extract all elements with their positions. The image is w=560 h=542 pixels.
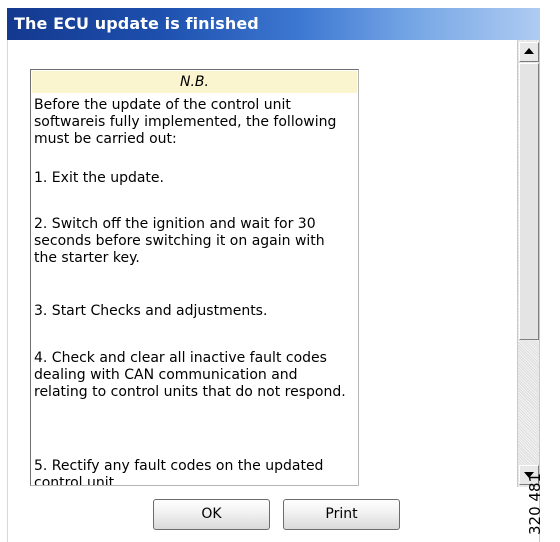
intro-text: Before the update of the control unit so… [34, 97, 337, 147]
nb-header: N.B. [32, 71, 357, 93]
dialog-title: The ECU update is finished [14, 14, 259, 33]
scroll-up-button[interactable] [519, 42, 539, 62]
arrow-up-icon [524, 48, 534, 54]
step-item-2: 2. Switch off the ignition and wait for … [34, 216, 325, 266]
step-item-5: 5. Rectify any fault codes on the update… [34, 458, 324, 486]
figure-number: 320 481 [526, 472, 544, 535]
ok-button[interactable]: OK [153, 499, 270, 530]
print-button[interactable]: Print [283, 499, 400, 530]
step-item-3: 3. Start Checks and adjustments. [34, 303, 268, 319]
dialog-title-bar: The ECU update is finished [7, 8, 539, 40]
message-panel: N.B. Before the update of the control un… [30, 69, 359, 486]
step-item-1: 1. Exit the update. [34, 170, 164, 186]
vertical-scrollbar[interactable] [517, 40, 539, 487]
step-item-4: 4. Check and clear all inactive fault co… [34, 350, 346, 400]
scrollbar-thumb[interactable] [519, 63, 539, 340]
